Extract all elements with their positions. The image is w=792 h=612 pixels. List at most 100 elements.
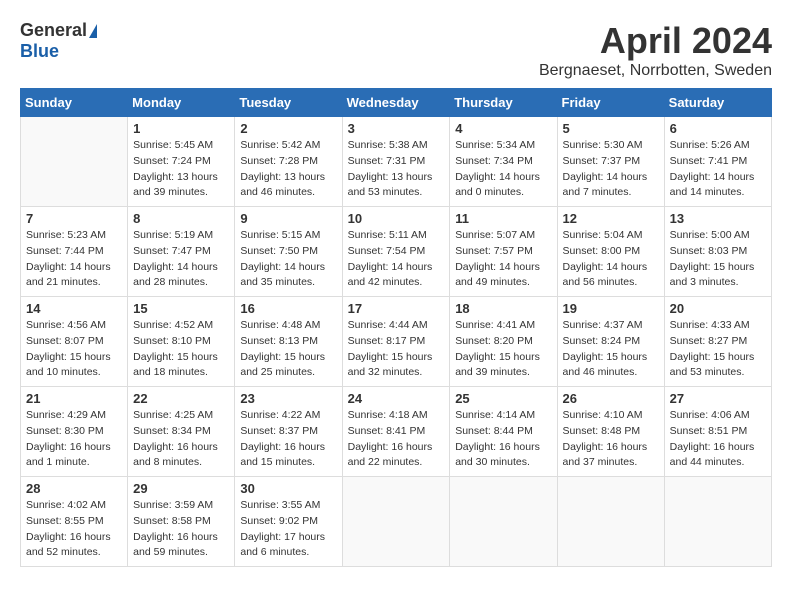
day-number: 15	[133, 301, 229, 316]
calendar-cell: 10Sunrise: 5:11 AMSunset: 7:54 PMDayligh…	[342, 207, 450, 297]
day-info-line: and 32 minutes.	[348, 366, 423, 378]
day-info-line: Sunrise: 5:00 AM	[670, 229, 750, 241]
day-info-line: Sunset: 8:00 PM	[563, 245, 641, 257]
calendar-cell: 4Sunrise: 5:34 AMSunset: 7:34 PMDaylight…	[450, 117, 557, 207]
day-info: Sunrise: 4:06 AMSunset: 8:51 PMDaylight:…	[670, 408, 766, 471]
day-info-line: and 6 minutes.	[240, 546, 309, 558]
day-info: Sunrise: 4:25 AMSunset: 8:34 PMDaylight:…	[133, 408, 229, 471]
title-area: April 2024 Bergnaeset, Norrbotten, Swede…	[539, 20, 772, 80]
day-info-line: Sunset: 7:50 PM	[240, 245, 318, 257]
day-info-line: Sunrise: 4:02 AM	[26, 499, 106, 511]
day-info-line: Sunset: 8:55 PM	[26, 515, 104, 527]
day-info: Sunrise: 4:22 AMSunset: 8:37 PMDaylight:…	[240, 408, 336, 471]
day-info-line: Sunset: 8:13 PM	[240, 335, 318, 347]
day-info-line: and 8 minutes.	[133, 456, 202, 468]
location-title: Bergnaeset, Norrbotten, Sweden	[539, 62, 772, 80]
day-info-line: Daylight: 14 hours	[348, 261, 433, 273]
day-info-line: Daylight: 16 hours	[455, 441, 540, 453]
day-info-line: Sunset: 7:37 PM	[563, 155, 641, 167]
day-info-line: Sunrise: 5:11 AM	[348, 229, 427, 241]
day-number: 25	[455, 391, 551, 406]
day-info: Sunrise: 4:33 AMSunset: 8:27 PMDaylight:…	[670, 318, 766, 381]
logo: General Blue	[20, 20, 97, 62]
calendar-cell: 28Sunrise: 4:02 AMSunset: 8:55 PMDayligh…	[21, 477, 128, 567]
day-number: 28	[26, 481, 122, 496]
month-title: April 2024	[539, 20, 772, 62]
day-info: Sunrise: 4:02 AMSunset: 8:55 PMDaylight:…	[26, 498, 122, 561]
day-info-line: Daylight: 14 hours	[455, 171, 540, 183]
day-info-line: and 39 minutes.	[455, 366, 530, 378]
day-info-line: Sunrise: 4:06 AM	[670, 409, 750, 421]
day-info-line: Daylight: 13 hours	[133, 171, 218, 183]
day-info-line: Daylight: 15 hours	[240, 351, 325, 363]
day-info: Sunrise: 5:42 AMSunset: 7:28 PMDaylight:…	[240, 138, 336, 201]
day-info-line: Sunset: 8:24 PM	[563, 335, 641, 347]
weekday-header-tuesday: Tuesday	[235, 89, 342, 117]
day-info-line: Sunrise: 5:15 AM	[240, 229, 320, 241]
day-number: 9	[240, 211, 336, 226]
calendar-cell: 5Sunrise: 5:30 AMSunset: 7:37 PMDaylight…	[557, 117, 664, 207]
calendar-cell: 19Sunrise: 4:37 AMSunset: 8:24 PMDayligh…	[557, 297, 664, 387]
day-number: 22	[133, 391, 229, 406]
day-info-line: Sunset: 7:44 PM	[26, 245, 104, 257]
day-info-line: Sunrise: 5:45 AM	[133, 139, 213, 151]
calendar-cell: 15 Sunrise: 4:52 AMSunset: 8:10 PMDayligh…	[128, 297, 235, 387]
day-number: 14	[26, 301, 122, 316]
day-info-line: and 15 minutes.	[240, 456, 315, 468]
calendar-cell	[21, 117, 128, 207]
day-info-line: Daylight: 14 hours	[670, 171, 755, 183]
day-info-line: Sunrise: 5:23 AM	[26, 229, 106, 241]
day-info-line: Daylight: 15 hours	[670, 261, 755, 273]
day-info-line: and 21 minutes.	[26, 276, 101, 288]
day-number: 27	[670, 391, 766, 406]
day-number: 1	[133, 121, 229, 136]
day-info-line: Daylight: 14 hours	[563, 261, 648, 273]
weekday-header-sunday: Sunday	[21, 89, 128, 117]
day-number: 11	[455, 211, 551, 226]
weekday-header-saturday: Saturday	[664, 89, 771, 117]
week-row-4: 21Sunrise: 4:29 AMSunset: 8:30 PMDayligh…	[21, 387, 772, 477]
calendar-cell: 24Sunrise: 4:18 AMSunset: 8:41 PMDayligh…	[342, 387, 450, 477]
day-info-line: and 10 minutes.	[26, 366, 101, 378]
day-info-line: Daylight: 15 hours	[563, 351, 648, 363]
day-info-line: Sunrise: 3:59 AM	[133, 499, 213, 511]
calendar-cell: 22 Sunrise: 4:25 AMSunset: 8:34 PMDayligh…	[128, 387, 235, 477]
weekday-header-thursday: Thursday	[450, 89, 557, 117]
calendar-cell: 29Sunrise: 3:59 AMSunset: 8:58 PMDayligh…	[128, 477, 235, 567]
calendar-cell: 8Sunrise: 5:19 AMSunset: 7:47 PMDaylight…	[128, 207, 235, 297]
day-info-line: Sunrise: 4:56 AM	[26, 319, 106, 331]
calendar-cell	[557, 477, 664, 567]
calendar-cell: 30Sunrise: 3:55 AMSunset: 9:02 PMDayligh…	[235, 477, 342, 567]
day-info: Sunrise: 4:41 AMSunset: 8:20 PMDaylight:…	[455, 318, 551, 381]
day-info-line: Sunset: 7:34 PM	[455, 155, 533, 167]
day-info-line: and 0 minutes.	[455, 186, 524, 198]
day-info-line: Sunrise: 4:29 AM	[26, 409, 106, 421]
day-info-line: Daylight: 15 hours	[455, 351, 540, 363]
day-info-line: Sunrise: 4:37 AM	[563, 319, 643, 331]
day-number: 16	[240, 301, 336, 316]
calendar-cell: 25Sunrise: 4:14 AMSunset: 8:44 PMDayligh…	[450, 387, 557, 477]
day-info-line: Daylight: 16 hours	[133, 441, 218, 453]
day-info: Sunrise: 5:07 AMSunset: 7:57 PMDaylight:…	[455, 228, 551, 291]
day-info-line: Sunset: 7:28 PM	[240, 155, 318, 167]
day-number: 26	[563, 391, 659, 406]
day-info: Sunrise: 5:15 AMSunset: 7:50 PMDaylight:…	[240, 228, 336, 291]
day-info-line: Daylight: 16 hours	[133, 531, 218, 543]
day-info: Sunrise: 5:00 AMSunset: 8:03 PMDaylight:…	[670, 228, 766, 291]
day-info-line: and 52 minutes.	[26, 546, 101, 558]
logo-triangle-icon	[89, 24, 97, 38]
day-info-line: Sunset: 8:48 PM	[563, 425, 641, 437]
day-info-line: and 42 minutes.	[348, 276, 423, 288]
day-info: Sunrise: 5:45 AMSunset: 7:24 PMDaylight:…	[133, 138, 229, 201]
calendar-cell: 6Sunrise: 5:26 AMSunset: 7:41 PMDaylight…	[664, 117, 771, 207]
logo-blue-text: Blue	[20, 41, 59, 62]
day-info-line: and 46 minutes.	[240, 186, 315, 198]
day-info-line: Daylight: 14 hours	[455, 261, 540, 273]
day-info-line: Daylight: 13 hours	[348, 171, 433, 183]
day-info: Sunrise: 4:52 AMSunset: 8:10 PMDaylight:…	[133, 318, 229, 381]
day-info-line: Daylight: 14 hours	[563, 171, 648, 183]
day-info: Sunrise: 4:44 AMSunset: 8:17 PMDaylight:…	[348, 318, 445, 381]
calendar-cell	[664, 477, 771, 567]
calendar-cell: 11 Sunrise: 5:07 AMSunset: 7:57 PMDayligh…	[450, 207, 557, 297]
day-info-line: and 1 minute.	[26, 456, 90, 468]
